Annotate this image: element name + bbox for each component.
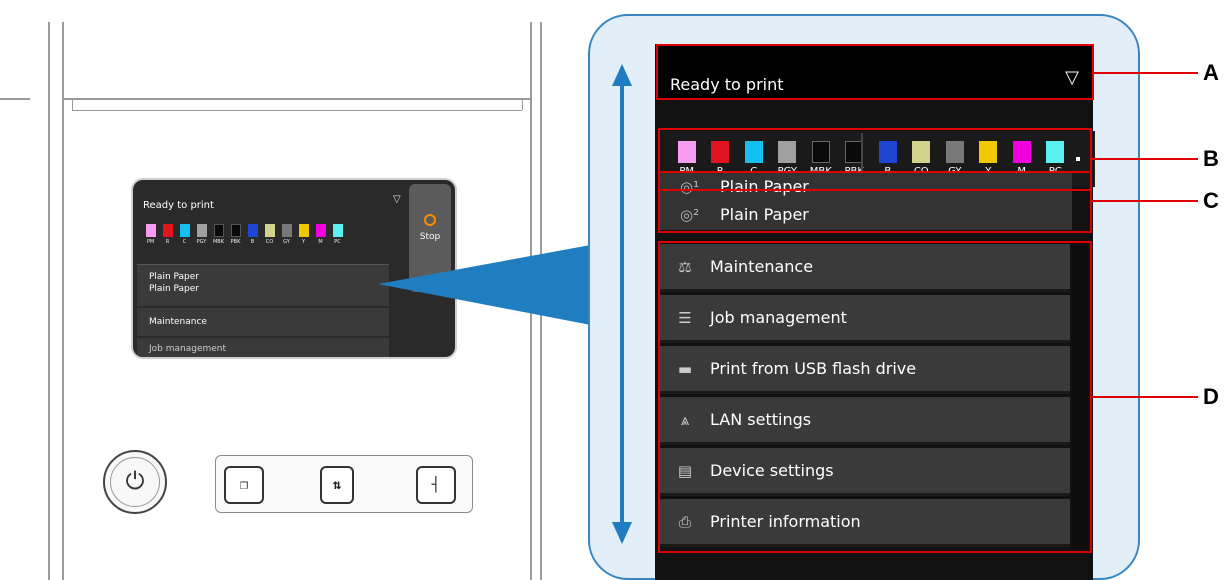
callout-label-d: D	[1203, 384, 1219, 409]
callout-label-b: B	[1203, 146, 1219, 171]
callout-label-a: A	[1203, 60, 1219, 85]
leader-d	[1092, 396, 1198, 398]
highlight-c	[658, 171, 1092, 233]
scroll-arrow-icon	[612, 64, 632, 544]
leader-b	[1092, 158, 1198, 160]
leader-a	[1094, 72, 1198, 74]
leader-c	[1092, 200, 1198, 202]
callout-label-c: C	[1203, 188, 1219, 213]
highlight-a	[656, 44, 1094, 100]
highlight-d	[658, 241, 1092, 553]
